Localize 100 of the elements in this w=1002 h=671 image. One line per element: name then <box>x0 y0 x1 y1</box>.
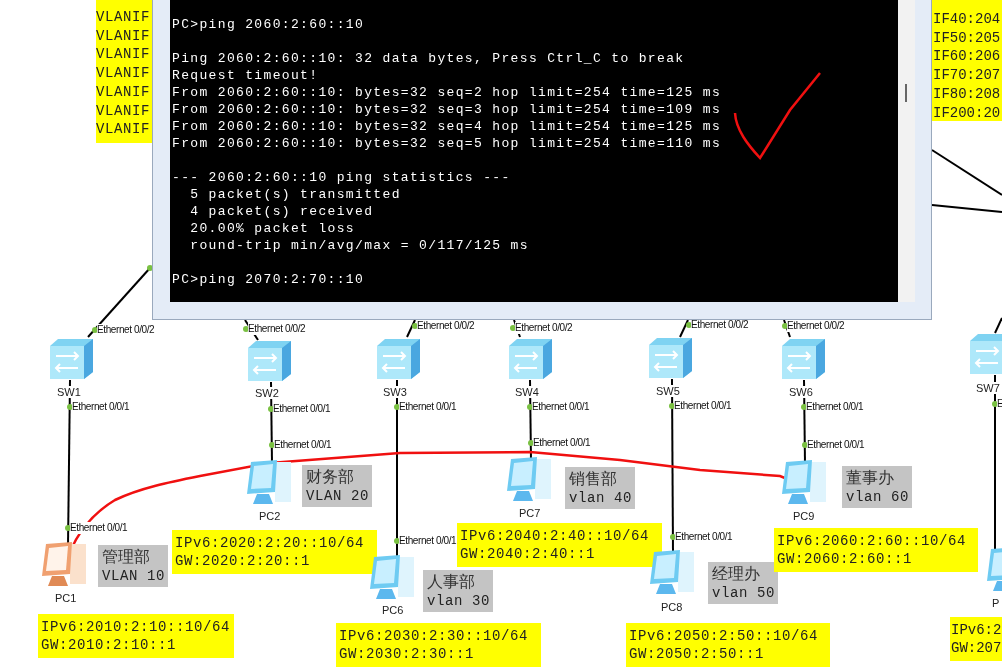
port-dot <box>670 534 676 540</box>
port-label: Ethernet 0/0/1 <box>806 401 864 413</box>
link-line <box>406 319 416 338</box>
switch-icon[interactable] <box>968 333 1002 375</box>
switch-label: SW1 <box>57 386 81 398</box>
host-label: PC2 <box>259 510 281 522</box>
host-label: P <box>992 597 1000 609</box>
config-line: VLANIF <box>96 45 151 65</box>
port-dot <box>782 323 788 329</box>
port-dot <box>394 538 400 544</box>
port-dot <box>269 442 275 448</box>
port-label: Ethernet 0/0/1 <box>273 403 331 415</box>
department-name: 财务部 <box>306 467 355 487</box>
department-name: 管理部 <box>102 547 151 567</box>
scrollbar[interactable] <box>898 0 915 302</box>
department-name: 销售部 <box>569 469 618 489</box>
port-label: Ethernet 0/0/1 <box>274 439 332 451</box>
port-dot <box>67 404 73 410</box>
port-label: E <box>997 398 1002 410</box>
port-dot <box>412 323 418 329</box>
terminal-line: PC>ping 2060:2:60::10 <box>172 16 366 33</box>
ipv6-address: IPv6:2 <box>951 621 1002 639</box>
port-label: Ethernet 0/0/1 <box>675 531 733 543</box>
switch-icon[interactable] <box>48 338 94 380</box>
terminal-line: 4 packet(s) received <box>189 203 375 220</box>
terminal-line: round-trip min/avg/max = 0/117/125 ms <box>189 237 530 254</box>
terminal-line: PC>ping 2070:2:70::10 <box>172 271 366 288</box>
port-dot <box>268 406 274 412</box>
config-line: VLANIF <box>96 120 151 139</box>
vlan-label: vlan 40 <box>569 489 631 507</box>
port-label: Ethernet 0/0/1 <box>807 439 865 451</box>
terminal-line: From 2060:2:60::10: bytes=32 seq=5 hop limit=254 time=110 ms <box>172 135 723 152</box>
vlan-label: vlan 60 <box>846 488 908 506</box>
port-label: Ethernet 0/0/1 <box>674 400 732 412</box>
port-dot <box>669 403 675 409</box>
ipv6-address: IPv6:2060:2:60::10/64 <box>777 532 968 550</box>
terminal-line: Ping 2060:2:60::10: 32 data bytes, Press Ctrl_C to break <box>172 50 686 67</box>
vlan-label: VLAN 10 <box>102 567 164 585</box>
config-line: VLANIF <box>96 101 151 121</box>
port-label: Ethernet 0/0/1 <box>399 535 457 547</box>
host-label: PC9 <box>793 510 815 522</box>
department-name: 经理办 <box>712 564 761 584</box>
switch-label: SW5 <box>656 385 680 397</box>
config-line: IF50:205 <box>933 28 1002 48</box>
switch-icon[interactable] <box>375 338 421 380</box>
config-line: IF80:208 <box>933 84 1002 104</box>
port-label: Ethernet 0/0/1 <box>533 437 591 449</box>
switch-label: SW2 <box>255 387 279 399</box>
ipv6-address: IPv6:2010:2:10::10/64 <box>41 618 231 636</box>
link-line <box>679 319 689 338</box>
terminal-line: From 2060:2:60::10: bytes=32 seq=3 hop limit=254 time=109 ms <box>172 101 723 118</box>
host-label: PC1 <box>55 592 77 604</box>
department-name: 人事部 <box>427 572 476 592</box>
terminal-line: 20.00% packet loss <box>189 220 357 237</box>
host-label: PC7 <box>519 507 541 519</box>
config-line: IF200:20 <box>933 103 1002 123</box>
port-dot <box>992 401 998 407</box>
port-dot <box>528 440 534 446</box>
port-dot <box>92 327 98 333</box>
port-dot <box>802 442 808 448</box>
department-name: 董事办 <box>846 468 895 488</box>
port-label: Ethernet 0/0/1 <box>399 401 457 413</box>
port-dot <box>243 326 249 332</box>
gateway-address: GW:207 <box>951 639 1002 657</box>
port-dot <box>65 525 71 531</box>
switch-icon[interactable] <box>780 338 826 380</box>
switch-icon[interactable] <box>647 337 693 379</box>
host-label: PC6 <box>382 604 404 616</box>
vlan-label: vlan 30 <box>427 592 489 610</box>
gateway-address: GW:2030:2:30::1 <box>339 645 476 663</box>
config-line: IF60:206 <box>933 47 1002 67</box>
port-label: Ethernet 0/0/1 <box>72 401 130 413</box>
switch-label: SW6 <box>789 386 813 398</box>
gateway-address: GW:2020:2:20::1 <box>175 552 312 570</box>
port-label: Ethernet 0/0/2 <box>248 323 306 335</box>
terminal-line: From 2060:2:60::10: bytes=32 seq=2 hop limit=254 time=125 ms <box>172 84 723 101</box>
port-dot <box>527 404 533 410</box>
terminal-line: Request timeout! <box>172 67 320 84</box>
config-line: VLANIF <box>96 64 151 83</box>
gateway-address: GW:2060:2:60::1 <box>777 550 914 568</box>
port-dot <box>510 325 516 331</box>
switch-label: SW3 <box>383 386 407 398</box>
terminal-line: --- 2060:2:60::10 ping statistics --- <box>172 169 512 186</box>
ipv6-address: IPv6:2040:2:40::10/64 <box>460 527 651 545</box>
port-dot <box>686 322 692 328</box>
gateway-address: GW:2010:2:10::1 <box>41 636 178 654</box>
ipv6-address: IPv6:2020:2:20::10/64 <box>175 534 366 552</box>
port-label: Ethernet 0/0/1 <box>532 401 590 413</box>
gateway-address: GW:2040:2:40::1 <box>460 545 597 563</box>
vlan-label: vlan 50 <box>712 584 774 602</box>
config-line: VLANIF <box>96 26 151 46</box>
config-line: VLANIF <box>96 8 151 27</box>
switch-icon[interactable] <box>507 338 553 380</box>
link-line <box>931 149 1002 196</box>
terminal-line: From 2060:2:60::10: bytes=32 seq=4 hop limit=254 time=125 ms <box>172 118 723 135</box>
port-label: Ethernet 0/0/1 <box>70 522 128 534</box>
terminal-line: 5 packet(s) transmitted <box>189 186 402 203</box>
port-dot <box>147 265 153 271</box>
config-line: VLANIF <box>96 82 151 102</box>
switch-icon[interactable] <box>246 340 292 382</box>
